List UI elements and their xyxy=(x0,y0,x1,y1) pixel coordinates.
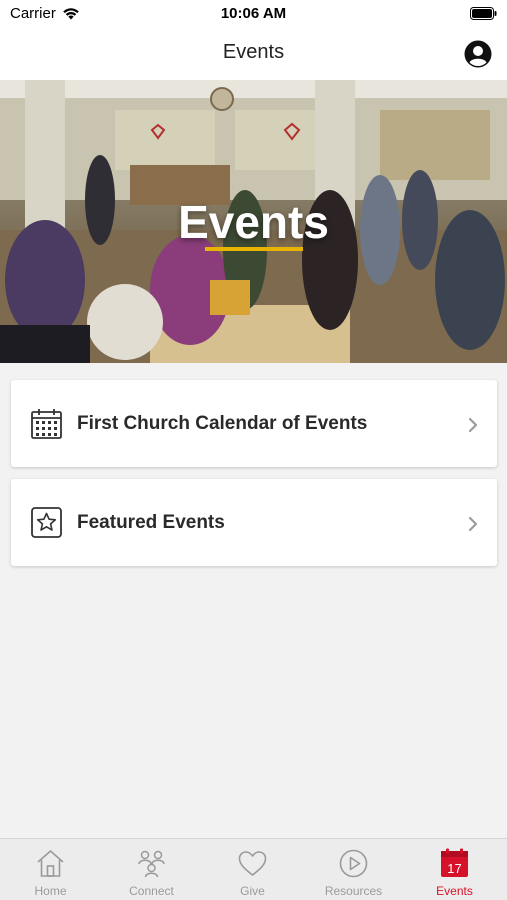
tab-home[interactable]: Home xyxy=(0,839,101,900)
home-icon xyxy=(37,850,64,877)
featured-events-item[interactable]: Featured Events xyxy=(11,479,497,566)
people-icon xyxy=(138,850,165,878)
hero-title-underline xyxy=(205,247,303,251)
tab-give[interactable]: Give xyxy=(202,839,303,900)
calendar-icon: 17 xyxy=(441,848,468,877)
chevron-right-icon xyxy=(468,417,478,433)
calendar-day-number: 17 xyxy=(447,861,461,876)
chevron-right-icon xyxy=(468,516,478,532)
status-time: 10:06 AM xyxy=(220,5,287,22)
hero-title: Events xyxy=(178,196,329,248)
tab-home-label: Home xyxy=(34,884,67,898)
tab-resources-label: Resources xyxy=(324,884,383,898)
tab-give-label: Give xyxy=(240,884,265,898)
calendar-of-events-item[interactable]: First Church Calendar of Events xyxy=(11,380,497,467)
user-avatar-icon[interactable] xyxy=(464,40,492,68)
tab-events-label: Events xyxy=(436,884,473,898)
page-title: Events xyxy=(222,41,285,63)
featured-events-label: Featured Events xyxy=(77,512,225,533)
battery-icon xyxy=(470,7,497,20)
heart-icon xyxy=(238,851,267,876)
tab-connect-label: Connect xyxy=(129,884,174,898)
tab-events[interactable]: 17 Events xyxy=(404,839,505,900)
hero-banner: Events xyxy=(0,80,507,363)
calendar-grid-icon xyxy=(31,409,62,439)
play-icon xyxy=(339,849,368,878)
tab-bar: Home Connect Give Resources 17 Events xyxy=(0,838,507,900)
tab-connect[interactable]: Connect xyxy=(101,839,202,900)
navigation-bar: Events xyxy=(0,28,507,80)
calendar-of-events-label: First Church Calendar of Events xyxy=(77,413,368,434)
status-bar: Carrier 10:06 AM xyxy=(0,0,507,28)
tab-resources[interactable]: Resources xyxy=(303,839,404,900)
star-box-icon xyxy=(31,507,62,538)
